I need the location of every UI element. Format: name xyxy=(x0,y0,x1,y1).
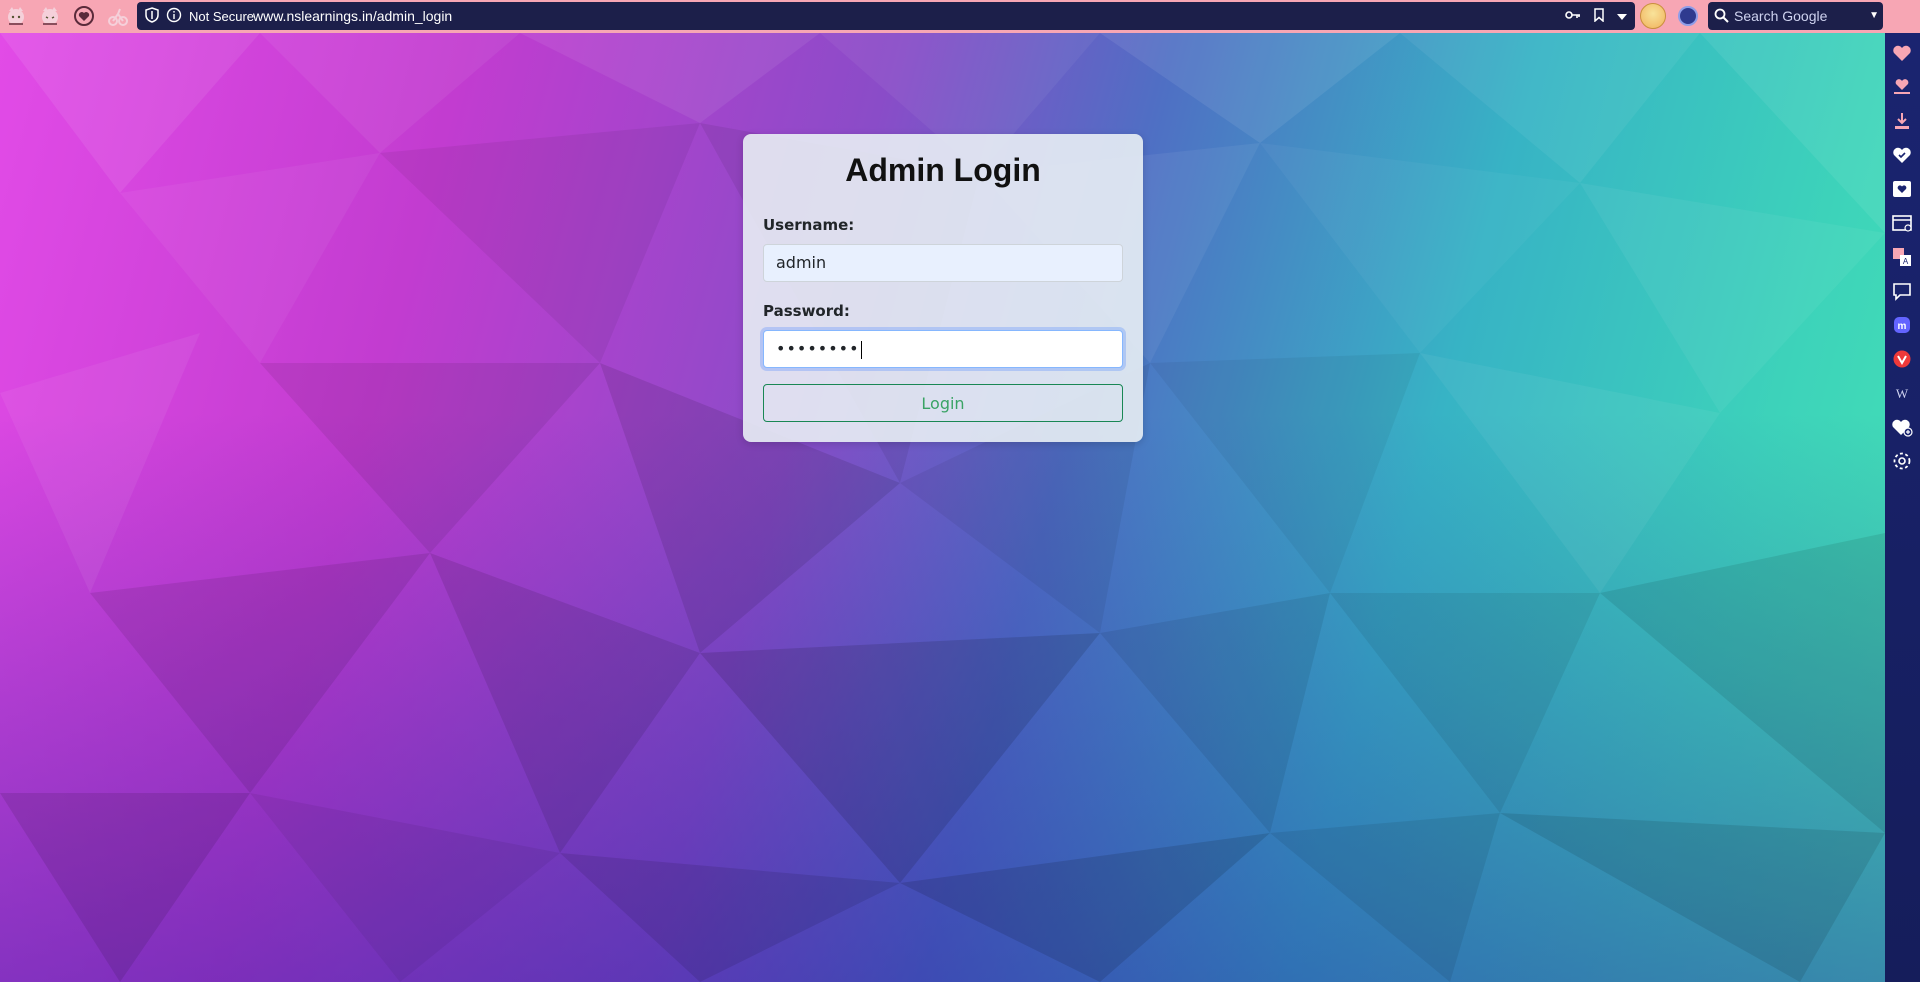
capture-icon[interactable] xyxy=(1678,6,1698,26)
bookmark-icon[interactable] xyxy=(1593,7,1605,25)
biker-icon[interactable] xyxy=(106,4,130,28)
browser-toolbar: Not Secure www.nslearnings.in/admin_logi… xyxy=(0,0,1920,33)
mastodon-icon[interactable]: m xyxy=(1890,313,1914,337)
security-label[interactable]: Not Secure xyxy=(189,9,254,24)
download-icon[interactable] xyxy=(1890,109,1914,133)
cat-panel-icon[interactable] xyxy=(4,4,28,28)
username-label: Username: xyxy=(763,216,855,234)
svg-text:A: A xyxy=(1903,257,1909,266)
login-card: Admin Login Username: admin Password: ••… xyxy=(743,134,1143,442)
translate-icon[interactable]: A xyxy=(1890,245,1914,269)
profile-avatar[interactable] xyxy=(1640,3,1666,29)
settings-icon[interactable] xyxy=(1890,449,1914,473)
svg-text:W: W xyxy=(1896,386,1909,401)
heart-box-icon[interactable] xyxy=(1890,177,1914,201)
window-icon[interactable] xyxy=(1890,211,1914,235)
search-placeholder: Search Google xyxy=(1734,8,1828,24)
chat-icon[interactable] xyxy=(1890,279,1914,303)
page-title: Admin Login xyxy=(845,152,1041,188)
key-icon[interactable] xyxy=(1565,8,1581,24)
vivaldi-icon[interactable] xyxy=(1890,347,1914,371)
url-text[interactable]: www.nslearnings.in/admin_login xyxy=(253,2,452,30)
username-input[interactable]: admin xyxy=(763,244,1123,282)
search-engine-dropdown-icon[interactable]: ▼ xyxy=(1869,2,1879,30)
heart-add-icon[interactable] xyxy=(1890,415,1914,439)
login-button[interactable]: Login xyxy=(763,384,1123,422)
password-label: Password: xyxy=(763,302,850,320)
browser-side-panel: A m W xyxy=(1885,33,1920,982)
search-field[interactable]: Search Google ▼ xyxy=(1708,2,1883,30)
cat-sidebar-icon[interactable] xyxy=(38,4,62,28)
heart-panel-icon[interactable] xyxy=(1890,41,1914,65)
username-value: admin xyxy=(776,253,827,272)
password-input[interactable]: •••••••• xyxy=(763,330,1123,368)
text-caret xyxy=(860,340,862,359)
heart-stack-icon[interactable] xyxy=(1890,75,1914,99)
password-value: •••••••• xyxy=(776,339,860,358)
wikipedia-icon[interactable]: W xyxy=(1890,381,1914,405)
heart-sync-icon[interactable] xyxy=(1890,143,1914,167)
shield-icon[interactable] xyxy=(145,6,159,26)
dropdown-icon[interactable] xyxy=(1617,8,1627,24)
info-icon[interactable] xyxy=(166,7,182,26)
heart-shield-icon[interactable] xyxy=(72,4,96,28)
address-bar[interactable]: Not Secure www.nslearnings.in/admin_logi… xyxy=(137,2,1635,30)
search-icon xyxy=(1714,8,1730,27)
svg-text:m: m xyxy=(1898,321,1907,332)
